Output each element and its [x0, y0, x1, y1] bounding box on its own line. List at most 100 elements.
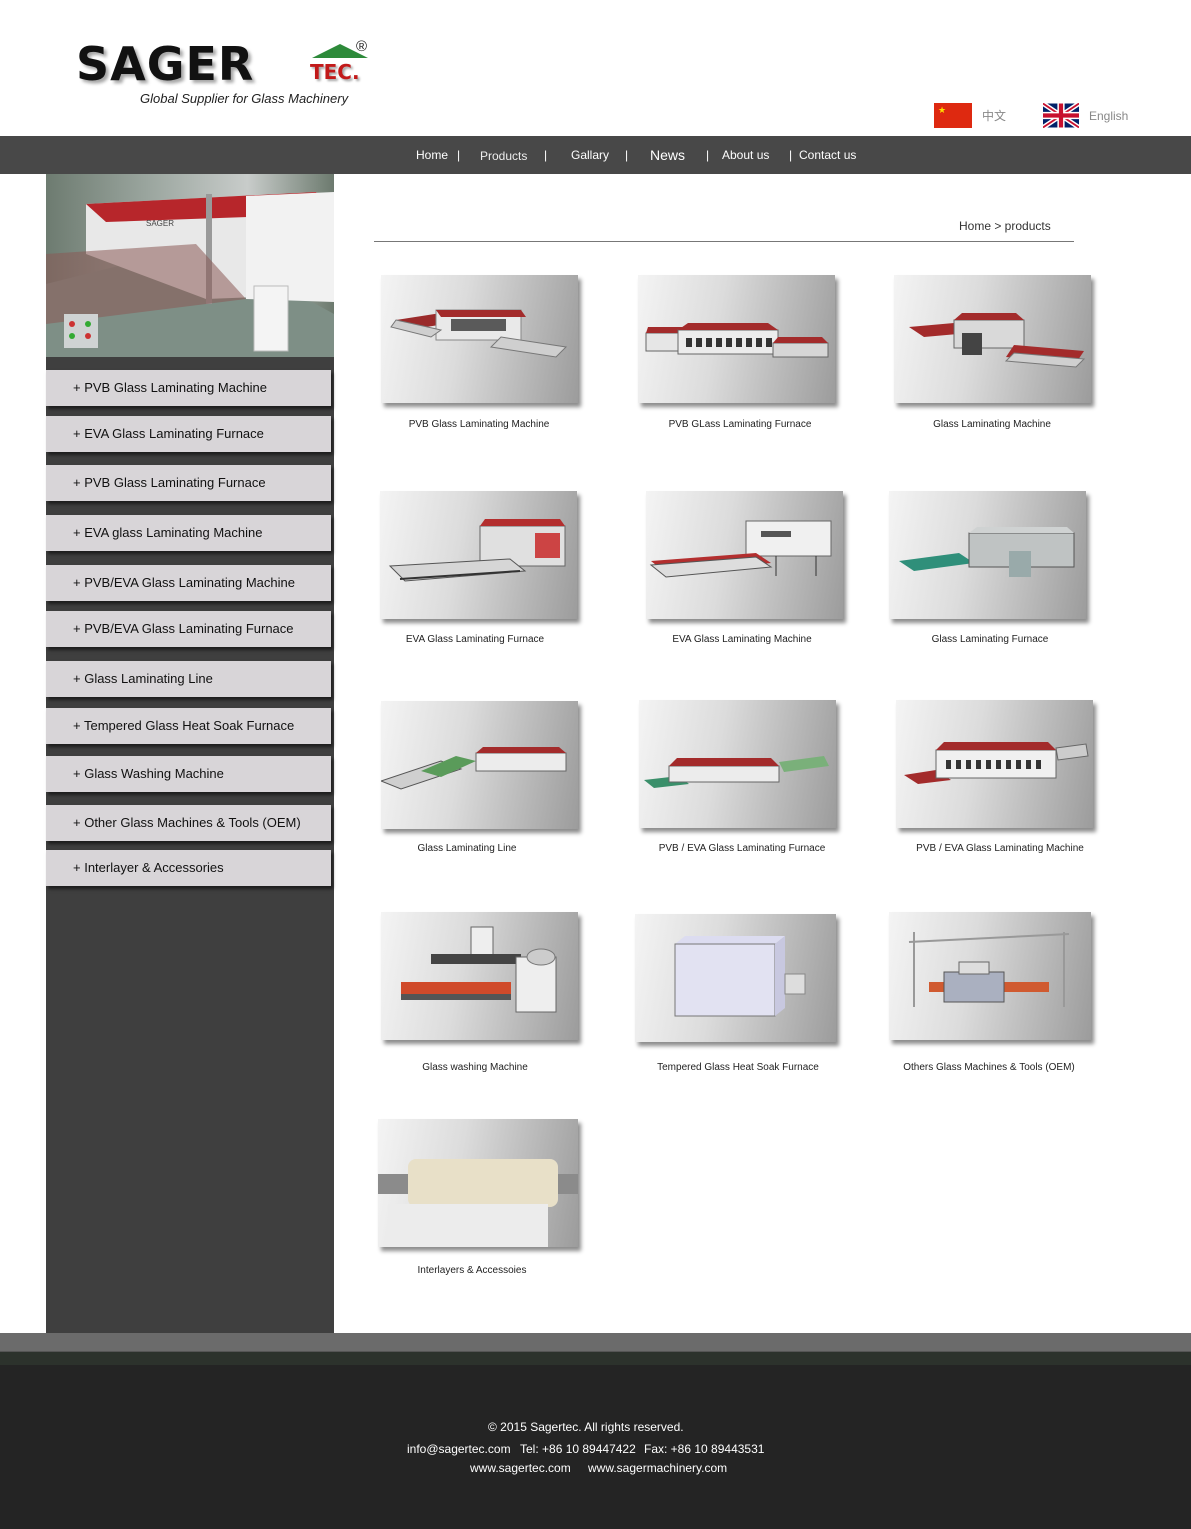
nav-separator: | — [544, 148, 548, 162]
sidebar-item-tempered-glass-heat-soak-furnace[interactable]: + Tempered Glass Heat Soak Furnace — [46, 708, 331, 744]
footer-divider — [0, 1351, 1191, 1366]
product-thumbnail[interactable] — [380, 491, 577, 619]
sidebar-item-label: + PVB/EVA Glass Laminating Furnace — [73, 621, 294, 636]
nav-separator: | — [789, 148, 793, 162]
sidebar-item-eva-glass-laminating-furnace[interactable]: + EVA Glass Laminating Furnace — [46, 416, 331, 452]
divider — [374, 241, 1074, 242]
sidebar-item-label: + PVB/EVA Glass Laminating Machine — [73, 575, 295, 590]
product-caption[interactable]: Glass Laminating Furnace — [870, 634, 1110, 645]
nav-home[interactable]: Home — [416, 136, 448, 174]
logo-tagline: Global Supplier for Glass Machinery — [140, 91, 349, 106]
product-thumbnail[interactable] — [646, 491, 843, 619]
sidebar-item-eva-glass-laminating-machine[interactable]: + EVA glass Laminating Machine — [46, 515, 331, 551]
footer-copyright: © 2015 Sagertec. All rights reserved. — [488, 1420, 684, 1434]
product-caption[interactable]: PVB Glass Laminating Machine — [359, 419, 599, 430]
sidebar-item-glass-laminating-line[interactable]: + Glass Laminating Line — [46, 661, 331, 697]
machine-image — [899, 527, 1075, 577]
product-category-sidebar: SAGER + PVB Glass Laminating Machine + E… — [46, 174, 334, 1333]
product-thumbnail[interactable] — [889, 491, 1086, 619]
product-thumbnail[interactable] — [381, 275, 578, 403]
machine-image — [644, 756, 829, 788]
product-thumbnail[interactable] — [638, 275, 835, 403]
logo-suffix: TEC. — [310, 60, 360, 84]
footer-fax: Fax: +86 10 89443531 — [644, 1442, 765, 1456]
sidebar-item-pvb-glass-laminating-machine[interactable]: + PVB Glass Laminating Machine — [46, 370, 331, 406]
machine-image — [645, 323, 829, 358]
sidebar-banner-image: SAGER — [46, 174, 334, 357]
sidebar-item-label: + Other Glass Machines & Tools (OEM) — [73, 815, 301, 830]
footer: © 2015 Sagertec. All rights reserved. in… — [0, 1365, 1191, 1529]
breadcrumb: Home > products — [959, 219, 1051, 233]
product-caption[interactable]: Glass Laminating Line — [347, 843, 587, 854]
language-english[interactable]: English — [1043, 103, 1128, 128]
product-caption[interactable]: Glass washing Machine — [355, 1062, 595, 1073]
footer-site-sagermachinery[interactable]: www.sagermachinery.com — [588, 1461, 727, 1475]
product-thumbnail[interactable] — [894, 275, 1091, 403]
sagertec-logo[interactable]: SAGER TEC. ® Global Supplier for Glass M… — [76, 38, 376, 110]
product-thumbnail[interactable] — [635, 914, 836, 1042]
china-flag-icon: ★ — [934, 103, 972, 128]
product-thumbnail[interactable] — [639, 700, 836, 828]
laminating-furnace-photo: SAGER — [46, 192, 334, 357]
sidebar-item-interlayer-accessories[interactable]: + Interlayer & Accessories — [46, 850, 331, 886]
machine-image — [674, 936, 806, 1017]
logo-name: SAGER — [76, 37, 255, 91]
main-navigation: Home | Products | Gallary | News | About… — [0, 136, 1191, 174]
product-caption[interactable]: Interlayers & Accessoies — [352, 1265, 592, 1276]
machine-image — [390, 309, 568, 358]
product-caption[interactable]: PVB / EVA Glass Laminating Furnace — [622, 843, 862, 854]
nav-about-us[interactable]: About us — [722, 136, 769, 174]
sidebar-item-label: + Glass Washing Machine — [73, 766, 224, 781]
product-thumbnail[interactable] — [889, 912, 1091, 1040]
language-label-english: English — [1089, 108, 1129, 123]
machine-image — [904, 742, 1089, 784]
footer-site-sagertec[interactable]: www.sagertec.com — [470, 1461, 571, 1475]
product-caption[interactable]: Glass Laminating Machine — [872, 419, 1112, 430]
uk-flag-icon — [1043, 103, 1079, 128]
sidebar-item-label: + Interlayer & Accessories — [73, 860, 224, 875]
machine-image — [909, 313, 1086, 368]
sidebar-item-other-glass-machines[interactable]: + Other Glass Machines & Tools (OEM) — [46, 805, 331, 841]
machine-image — [388, 519, 566, 582]
product-thumbnail[interactable] — [896, 700, 1093, 828]
sidebar-item-pvb-glass-laminating-furnace[interactable]: + PVB Glass Laminating Furnace — [46, 465, 331, 501]
footer-email[interactable]: info@sagertec.com — [407, 1442, 511, 1456]
sidebar-item-label: + Tempered Glass Heat Soak Furnace — [73, 718, 295, 733]
product-caption[interactable]: PVB / EVA Glass Laminating Machine — [880, 843, 1120, 854]
nav-separator: | — [706, 148, 710, 162]
sidebar-item-label: + Glass Laminating Line — [73, 671, 213, 686]
machine-image — [381, 747, 567, 790]
product-caption[interactable]: EVA Glass Laminating Furnace — [355, 634, 595, 645]
interlayer-roll-image — [378, 1159, 578, 1247]
nav-separator: | — [457, 148, 461, 162]
nav-separator: | — [625, 148, 629, 162]
sidebar-item-pvb-eva-glass-laminating-furnace[interactable]: + PVB/EVA Glass Laminating Furnace — [46, 611, 331, 647]
sidebar-item-pvb-eva-glass-laminating-machine[interactable]: + PVB/EVA Glass Laminating Machine — [46, 565, 331, 601]
sidebar-item-label: + PVB Glass Laminating Machine — [73, 380, 268, 395]
footer-tel: Tel: +86 10 89447422 — [520, 1442, 636, 1456]
nav-contact-us[interactable]: Contact us — [799, 136, 856, 174]
machine-image — [649, 520, 832, 578]
product-thumbnail[interactable] — [381, 912, 578, 1040]
product-caption[interactable]: Others Glass Machines & Tools (OEM) — [869, 1062, 1109, 1073]
nav-gallary[interactable]: Gallary — [571, 136, 609, 174]
language-label-chinese: 中文 — [982, 109, 1007, 123]
nav-news[interactable]: News — [650, 136, 685, 174]
product-caption[interactable]: Tempered Glass Heat Soak Furnace — [618, 1062, 858, 1073]
footer-top-band — [0, 1333, 1191, 1351]
sidebar-item-label: + EVA glass Laminating Machine — [73, 525, 263, 540]
nav-products[interactable]: Products — [480, 137, 527, 175]
machine-image — [401, 926, 557, 1013]
logo-wordmark: SAGER — [76, 38, 254, 90]
product-caption[interactable]: PVB GLass Laminating Furnace — [620, 419, 860, 430]
machine-image — [908, 932, 1070, 1007]
sidebar-item-label: + PVB Glass Laminating Furnace — [73, 475, 266, 490]
product-thumbnail[interactable] — [381, 701, 578, 829]
product-caption[interactable]: EVA Glass Laminating Machine — [622, 634, 862, 645]
sidebar-item-glass-washing-machine[interactable]: + Glass Washing Machine — [46, 756, 331, 792]
registered-mark: ® — [356, 38, 368, 55]
language-chinese[interactable]: ★ 中文 — [934, 103, 1006, 128]
svg-text:SAGER: SAGER — [146, 219, 174, 228]
sidebar-item-label: + EVA Glass Laminating Furnace — [73, 426, 264, 441]
product-thumbnail[interactable] — [378, 1119, 578, 1247]
